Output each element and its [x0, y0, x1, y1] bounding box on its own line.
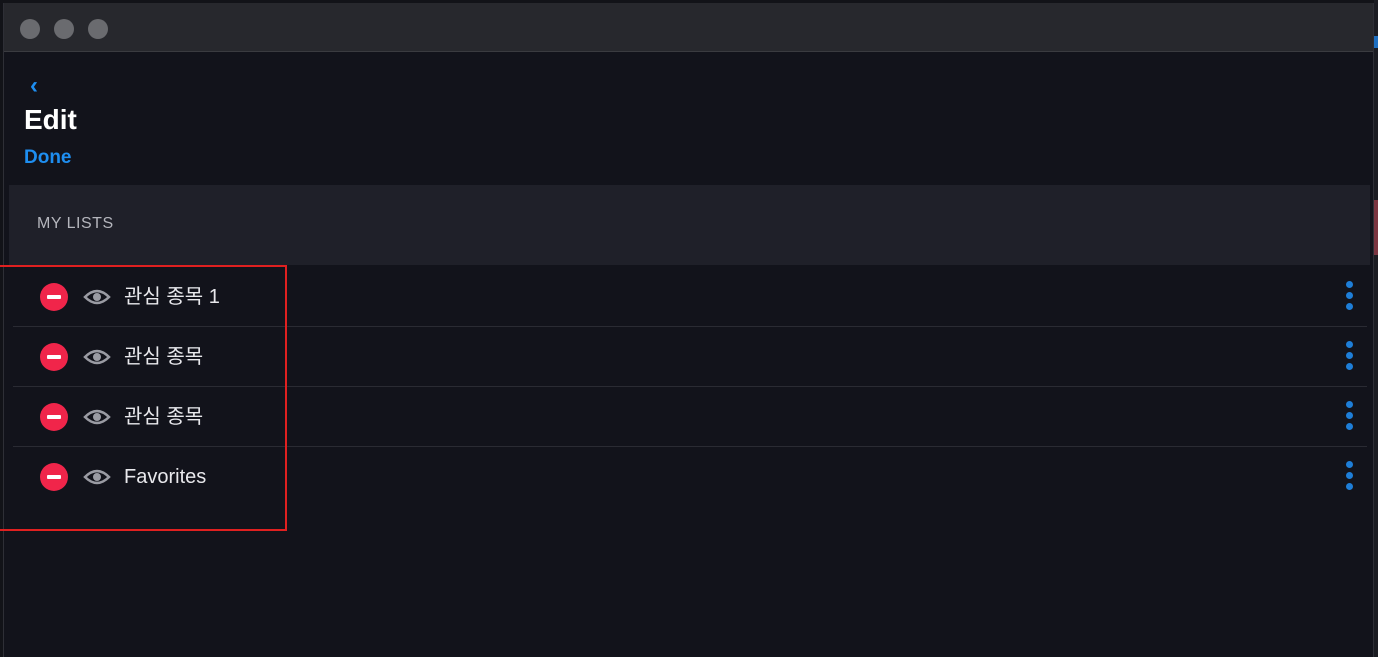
list-item: 관심 종목	[13, 327, 1367, 387]
list-item: 관심 종목	[13, 387, 1367, 447]
list-item: Favorites	[13, 447, 1367, 507]
background-edge-mark	[1374, 200, 1378, 255]
background-edge	[1374, 0, 1378, 657]
remove-list-button[interactable]	[40, 283, 68, 311]
minimize-window-button[interactable]	[54, 19, 74, 39]
watchlist-list: 관심 종목 1 관심 종목 관심 종목 Favorites	[13, 267, 1367, 507]
title-bar	[4, 3, 1373, 52]
list-name: Favorites	[124, 466, 207, 488]
remove-list-button[interactable]	[40, 343, 68, 371]
app-window: ‹ Edit Done MY LISTS 관심 종목 1 관심 종목 관심 종목…	[3, 3, 1374, 657]
close-window-button[interactable]	[20, 19, 40, 39]
vertical-ellipsis-icon[interactable]	[1345, 281, 1353, 313]
vertical-ellipsis-icon[interactable]	[1345, 461, 1353, 493]
eye-icon[interactable]	[83, 347, 111, 367]
list-name: 관심 종목 1	[124, 286, 220, 308]
done-button[interactable]: Done	[24, 146, 72, 170]
eye-icon[interactable]	[83, 407, 111, 427]
page-title: Edit	[24, 104, 77, 135]
eye-icon[interactable]	[83, 287, 111, 307]
list-name: 관심 종목	[124, 406, 204, 428]
eye-icon[interactable]	[83, 467, 111, 487]
remove-list-button[interactable]	[40, 463, 68, 491]
list-item: 관심 종목 1	[13, 267, 1367, 327]
section-label: MY LISTS	[37, 215, 114, 232]
chevron-left-icon[interactable]: ‹	[30, 71, 38, 101]
background-edge-mark	[1374, 36, 1378, 48]
list-name: 관심 종목	[124, 346, 204, 368]
vertical-ellipsis-icon[interactable]	[1345, 401, 1353, 433]
zoom-window-button[interactable]	[88, 19, 108, 39]
section-header: MY LISTS	[9, 185, 1370, 265]
remove-list-button[interactable]	[40, 403, 68, 431]
vertical-ellipsis-icon[interactable]	[1345, 341, 1353, 373]
